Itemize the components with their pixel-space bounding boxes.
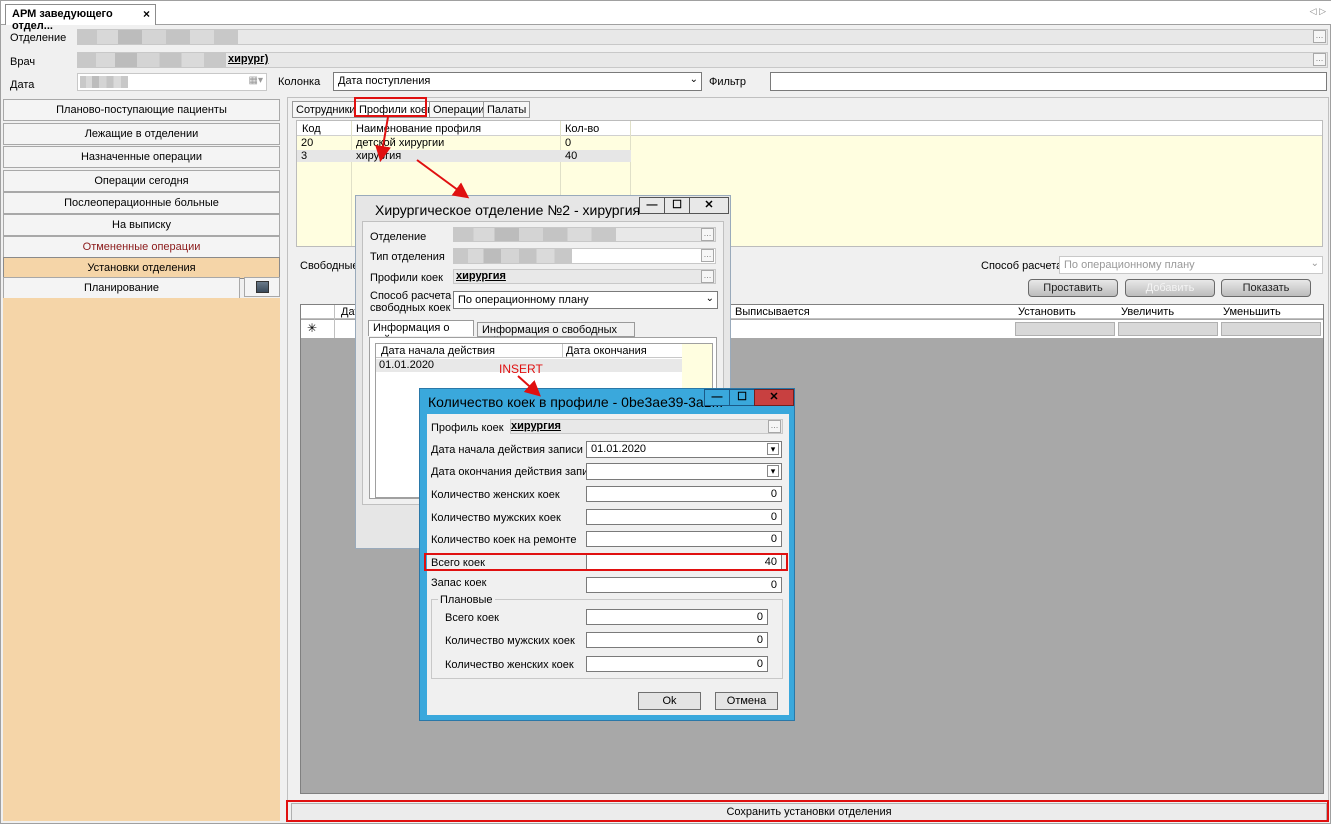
annotation-arrows bbox=[375, 116, 541, 397]
arrow-to-row bbox=[375, 116, 391, 162]
arrow-insert bbox=[517, 375, 541, 397]
arrow-to-dialog bbox=[416, 159, 470, 199]
